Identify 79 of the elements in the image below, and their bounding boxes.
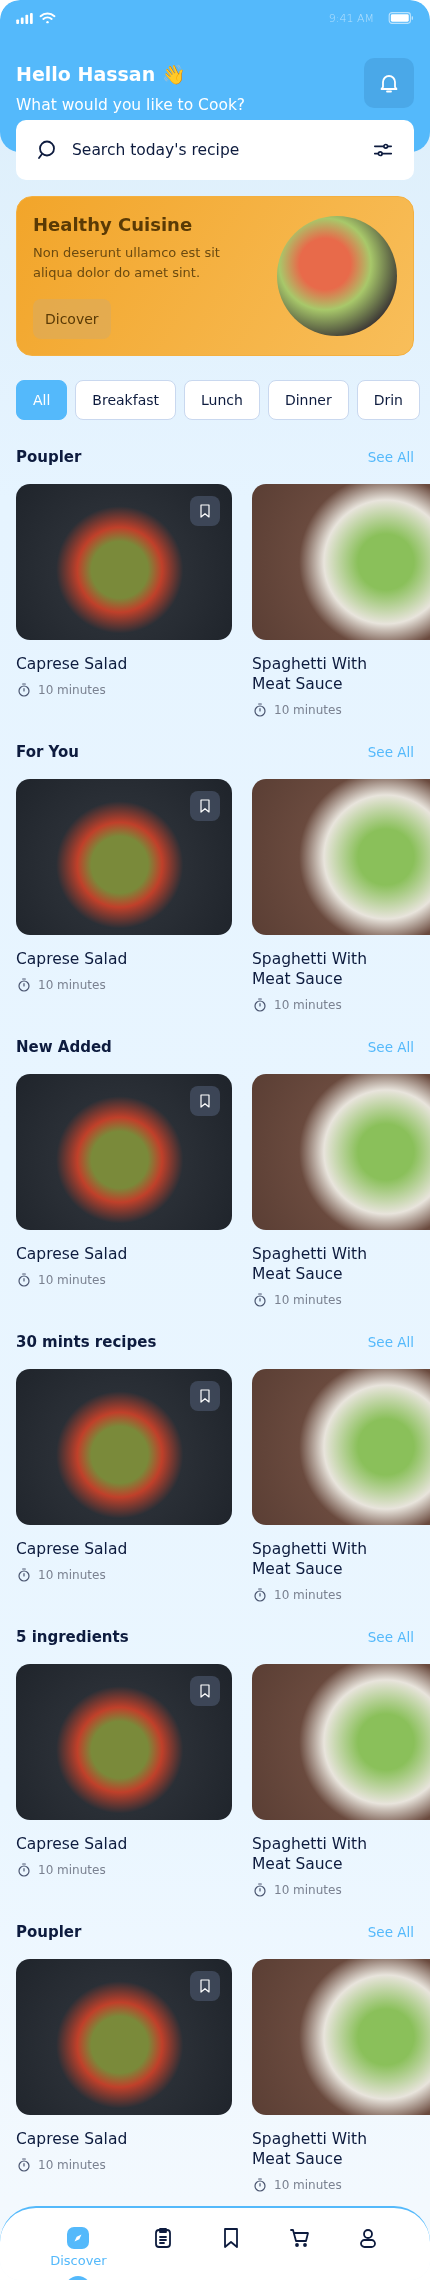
- cook-time: 10 minutes: [274, 2178, 342, 2192]
- recipe-name: Spaghetti With Meat Sauce: [252, 1244, 368, 1284]
- cook-time: 10 minutes: [38, 1273, 106, 1287]
- timer-icon: [252, 702, 268, 718]
- bookmark-button[interactable]: [190, 1971, 220, 2001]
- cook-time: 10 minutes: [38, 1863, 106, 1877]
- banner-title: Healthy Cuisine: [33, 213, 193, 235]
- cook-time: 10 minutes: [274, 1588, 342, 1602]
- timer-icon: [16, 1567, 32, 1583]
- section-title: Poupler: [16, 448, 82, 466]
- timer-icon: [16, 2157, 32, 2173]
- bookmark-icon: [197, 1092, 213, 1110]
- bookmark-button[interactable]: [190, 496, 220, 526]
- search-field[interactable]: Search today's recipe: [16, 120, 414, 180]
- discover-button[interactable]: Dicover: [33, 298, 111, 339]
- timer-icon: [16, 682, 32, 698]
- timer-icon: [252, 997, 268, 1013]
- timer-icon: [252, 1587, 268, 1603]
- timer-icon: [252, 1292, 268, 1308]
- section-title: 30 mints recipes: [16, 1333, 157, 1351]
- category-tab[interactable]: Breakfast: [75, 380, 176, 420]
- bookmark-icon: [197, 1977, 213, 1995]
- category-tab[interactable]: Drin: [356, 380, 420, 420]
- recipe-name: Spaghetti With Meat Sauce: [252, 2129, 368, 2169]
- timer-icon: [252, 2177, 268, 2193]
- notification-button[interactable]: [364, 58, 414, 108]
- bookmark-button[interactable]: [190, 791, 220, 821]
- timer-icon: [16, 1272, 32, 1288]
- section-title: New Added: [16, 1038, 112, 1056]
- see-all-link[interactable]: See All: [367, 744, 414, 760]
- cook-time: 10 minutes: [274, 1883, 342, 1897]
- category-tab[interactable]: Dinner: [267, 380, 349, 420]
- timer-icon: [252, 1882, 268, 1898]
- recipe-name: Spaghetti With Meat Sauce: [252, 949, 368, 989]
- greeting-text: Hello Hassan 👋: [16, 62, 187, 86]
- section-title: Poupler: [16, 1923, 82, 1941]
- subtitle-text: What would you like to Cook?: [16, 96, 246, 114]
- recipe-name: Spaghetti With Meat Sauce: [252, 1539, 368, 1579]
- signal-icon: [16, 12, 33, 24]
- banner-description: Non deserunt ullamco est sit aliqua dolor do amet sint.: [33, 243, 221, 282]
- compass-icon: [66, 2226, 91, 2250]
- battery-icon: [388, 12, 414, 24]
- bookmark-icon: [197, 502, 213, 520]
- bookmark-icon: [197, 1682, 213, 1700]
- see-all-link[interactable]: See All: [367, 449, 414, 465]
- see-all-link[interactable]: See All: [367, 1924, 414, 1940]
- recipe-name: Caprese Salad: [16, 1244, 129, 1264]
- cook-time: 10 minutes: [38, 2158, 106, 2172]
- status-time: 9:41 AM: [328, 11, 374, 25]
- timer-icon: [16, 1862, 32, 1878]
- recipe-name: Caprese Salad: [16, 1834, 129, 1854]
- recipe-name: Caprese Salad: [16, 1539, 129, 1559]
- category-tab[interactable]: Lunch: [184, 380, 260, 420]
- see-all-link[interactable]: See All: [367, 1629, 414, 1645]
- cook-time: 10 minutes: [38, 683, 106, 697]
- see-all-link[interactable]: See All: [367, 1334, 414, 1350]
- bookmark-button[interactable]: [190, 1381, 220, 1411]
- bookmark-button[interactable]: [190, 1086, 220, 1116]
- cook-time: 10 minutes: [274, 1293, 342, 1307]
- recipe-name: Caprese Salad: [16, 2129, 129, 2149]
- timer-icon: [16, 977, 32, 993]
- cook-time: 10 minutes: [274, 703, 342, 717]
- bookmark-icon: [197, 797, 213, 815]
- recipe-name: Caprese Salad: [16, 654, 129, 674]
- see-all-link[interactable]: See All: [367, 1039, 414, 1055]
- section-title: 5 ingredients: [16, 1628, 129, 1646]
- recipe-name: Caprese Salad: [16, 949, 129, 969]
- category-tab[interactable]: All: [16, 380, 68, 420]
- wifi-icon: [39, 12, 56, 24]
- bookmark-icon: [197, 1387, 213, 1405]
- recipe-name: Spaghetti With Meat Sauce: [252, 1834, 368, 1874]
- recipe-name: Spaghetti With Meat Sauce: [252, 654, 368, 694]
- cart-icon: [287, 2226, 312, 2250]
- nav-tab[interactable]: Discover: [46, 2208, 111, 2280]
- cook-time: 10 minutes: [38, 978, 106, 992]
- cook-time: 10 minutes: [274, 998, 342, 1012]
- cook-time: 10 minutes: [38, 1568, 106, 1582]
- bookmark-button[interactable]: [190, 1676, 220, 1706]
- section-title: For You: [16, 743, 80, 761]
